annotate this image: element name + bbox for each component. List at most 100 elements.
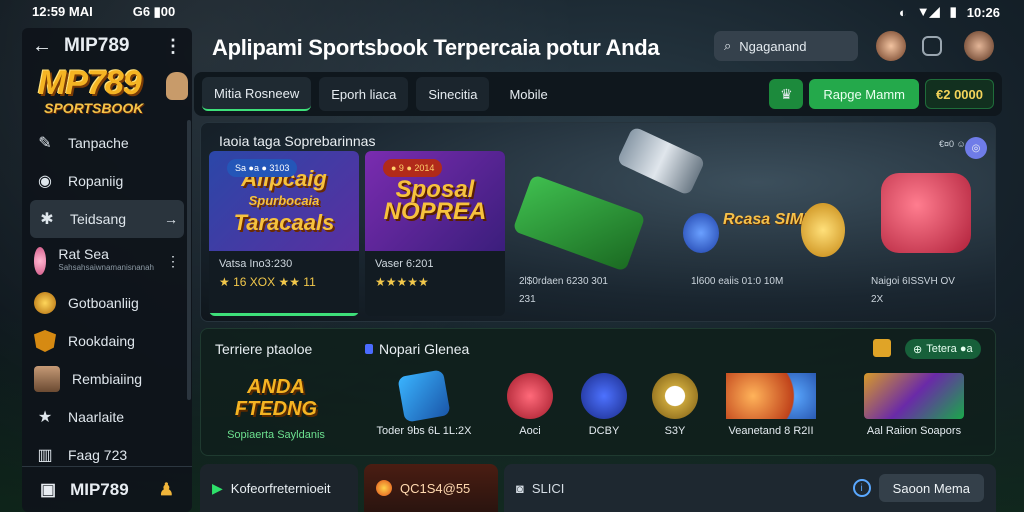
sidebar-item-label: Teidsang (70, 211, 127, 227)
sidebar-item-label: Rembiaiing (72, 371, 143, 387)
game-thumb (581, 373, 627, 419)
rocket-icon: ✎ (38, 135, 52, 152)
tab-mitia-rosneew[interactable]: Mitia Rosneew (202, 77, 312, 111)
games-subheading: Nopari Glenea (379, 341, 470, 357)
soccer-ball-icon (652, 373, 698, 419)
main-content: Aplipami Sportsbook Terpercaia potur And… (194, 28, 1002, 512)
rating-stars: ★★★★★ (375, 275, 429, 289)
search-input[interactable]: ⌕ Ngaganand (714, 31, 858, 61)
tab-mobile[interactable]: Mobile (497, 77, 559, 111)
sidebar-item-teidsang[interactable]: ✱ Teidsang → (30, 200, 184, 238)
see-more-button[interactable]: Saoon Mema (878, 474, 984, 502)
trophy-icon[interactable]: ♛ (769, 79, 804, 109)
game-caption: Veanetand 8 R2II (728, 425, 814, 437)
banner-stat: 1l600 eaiis 01:0 10M (691, 273, 783, 291)
promo-card[interactable]: ● 9 ● 2014 Sposal NOPREA Vaser 6:201 ★★★… (365, 151, 505, 316)
sidebar-scrollbar[interactable] (187, 120, 191, 400)
signup-button[interactable]: Rapge Mamm (809, 79, 919, 109)
game-caption: Aal Raiion Soapors (866, 425, 962, 437)
tab-sinecitia[interactable]: Sinecitia (416, 77, 490, 111)
sidebar-item-label: Rat Sea (58, 246, 109, 262)
sidebar-item-label: Gotboanliig (68, 295, 139, 311)
sidebar-item-label: Rookdaing (68, 333, 135, 349)
games-badge-label: Tetera ●a (926, 343, 973, 355)
gold-coin-icon (801, 203, 845, 257)
game-caption: Sopiaerta Sayldanis (227, 429, 325, 441)
globe-icon[interactable]: ◎ (965, 137, 987, 159)
game-tile[interactable]: Toder 9bs 6L 1L:2X (369, 369, 479, 437)
more-vertical-icon[interactable]: ⋮ (164, 36, 182, 57)
banner-stat: 2l$0rdaen 6230 301 231 (519, 273, 608, 309)
sidebar-item-rookdaing[interactable]: Rookdaing (22, 322, 192, 360)
games-section: Terriere ptaoloe Nopari Glenea ⊕ Tetera … (200, 328, 996, 456)
status-network: G6 ▮00 (132, 4, 176, 19)
sidebar-item-rat-sea[interactable]: Rat Sea Sahsahsaiwnamanisnanah ⋮ (22, 238, 192, 284)
banner-stat: Naigoi 6ISSVH OV 2X (871, 273, 955, 309)
cash-stack-icon (512, 174, 646, 272)
shield-icon (34, 330, 56, 352)
game-tile[interactable]: Aal Raiion Soapors (849, 373, 979, 437)
sidebar-item-sublabel: Sahsahsaiwnamanisnanah (58, 263, 154, 272)
bottom-tab-hot[interactable]: QC1S4@55 (364, 464, 498, 512)
brand-logo[interactable]: MP789 SPORTSBOOK (38, 66, 188, 118)
avatar-pink-icon (34, 247, 47, 275)
chat-bubble-icon: ◉ (38, 173, 52, 190)
logo-subtext: SPORTSBOOK (44, 100, 144, 116)
promo-pill: Sa ●a ● 3103 (227, 159, 298, 177)
signal-icon: ▼◢ (916, 4, 940, 19)
rating-stars: ★ 16 XOX ★★ 11 (219, 275, 316, 289)
status-time-left: 12:59 MAI (32, 4, 93, 19)
games-filter-badge[interactable]: ⊕ Tetera ●a (905, 339, 981, 359)
image-icon: ▣ (40, 479, 57, 499)
banner-tag: €¤0 ☺ (939, 139, 966, 149)
banner-stat-line: Naigoi 6ISSVH OV (871, 276, 955, 287)
game-caption: S3Y (664, 425, 686, 437)
sidebar-footer-label: MIP789 (70, 479, 129, 499)
game-tile[interactable]: Aoci (495, 373, 565, 437)
notification-icon: ◐ (898, 4, 907, 20)
bookmark-icon (365, 344, 373, 354)
sidebar-item-ropaniig[interactable]: ◉ Ropaniig (22, 162, 192, 200)
sidebar-header: ← MIP789 ⋮ (22, 28, 192, 64)
promo-card[interactable]: Sa ●a ● 3103 Alipcaig Spurbocaia Taracaa… (209, 151, 359, 316)
promo-art-subtitle: NOPREA (383, 198, 487, 225)
sidebar-item-gotboanliig[interactable]: Gotboanliig (22, 284, 192, 322)
game-thumb (507, 373, 553, 419)
profile-avatar-button[interactable] (964, 31, 994, 61)
bottom-bar: ▶ Kofeorfreternioeit QC1S4@55 ◙ SLICI i … (200, 464, 996, 512)
lock-icon[interactable] (873, 339, 891, 357)
user-avatar-button[interactable] (876, 31, 906, 61)
game-tile[interactable]: ANDA FTEDNG Sopiaerta Sayldanis (211, 373, 341, 441)
bottom-tab-play[interactable]: ▶ Kofeorfreternioeit (200, 464, 358, 512)
sidebar-footer[interactable]: ▣ MIP789 ♟ (22, 466, 192, 512)
sidebar-item-tanpache[interactable]: ✎ Tanpache (22, 124, 192, 162)
games-heading: Terriere ptaoloe (215, 341, 313, 357)
game-thumb: ANDA FTEDNG (234, 376, 318, 420)
person-icon[interactable]: ♟ (159, 480, 174, 500)
sidebar-item-rembiaiing[interactable]: Rembiaiing (22, 360, 192, 398)
search-placeholder: Ngaganand (739, 38, 807, 54)
sidebar-list: ✎ Tanpache ◉ Ropaniig ✱ Teidsang → Rat S… (22, 124, 192, 474)
plus-circle-icon: ⊕ (913, 343, 923, 356)
arrow-left-icon[interactable]: ← (32, 35, 52, 58)
game-caption: Toder 9bs 6L 1L:2X (376, 425, 472, 437)
game-tile[interactable]: S3Y (645, 373, 705, 437)
star-icon: ★ (37, 409, 53, 426)
nav-bar: Mitia Rosneew Eporh liaca Sinecitia Mobi… (194, 72, 1002, 116)
more-vertical-icon[interactable]: ⋮ (166, 253, 180, 270)
bottom-tab-search[interactable]: ◙ SLICI i Saoon Mema (504, 464, 996, 512)
game-tile[interactable]: DCBY (569, 373, 639, 437)
balance-display[interactable]: €2 0000 (925, 79, 994, 109)
sidebar-item-naarlaite[interactable]: ★ Naarlaite (22, 398, 192, 436)
settings-icon[interactable] (922, 36, 942, 56)
bottom-tab-label: Kofeorfreternioeit (230, 480, 331, 496)
banner-title: Iaoia taga Soprebarinnas (219, 133, 376, 149)
banner-stat-line: 2X (871, 294, 884, 305)
tab-eporh-liaca[interactable]: Eporh liaca (319, 77, 409, 111)
game-tile[interactable]: Veanetand 8 R2II (711, 373, 831, 437)
player-avatar-icon (34, 366, 60, 392)
info-icon[interactable]: i (852, 479, 871, 497)
promo-meta: Vatsa Ino3:230 (219, 258, 293, 270)
treasure-chest-icon (864, 373, 964, 419)
chart-icon: ▥ (37, 447, 53, 464)
